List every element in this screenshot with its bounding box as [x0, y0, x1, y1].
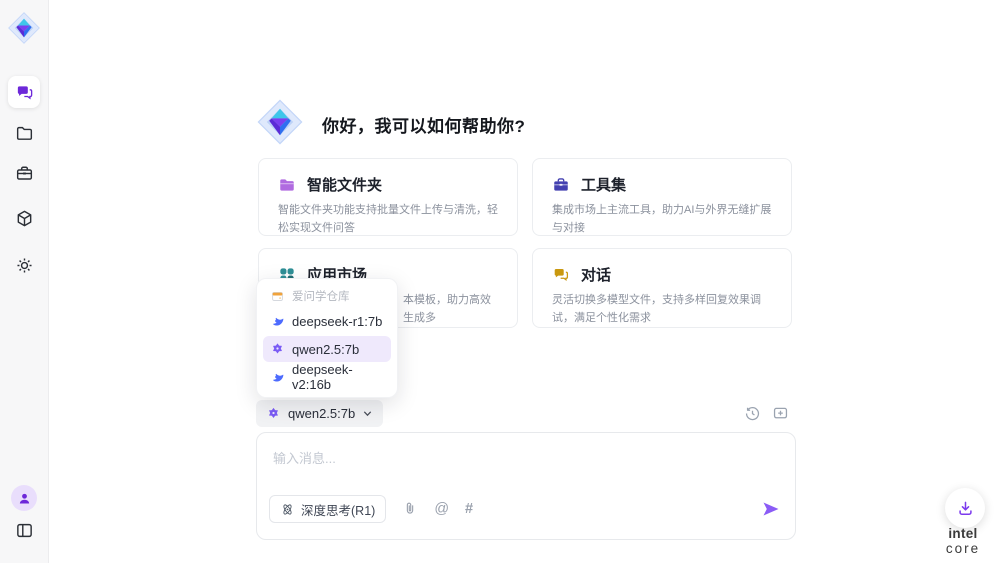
toolbox-icon [15, 164, 34, 183]
card-description: 灵活切换多模型文件，支持多样回复效果调试，满足个性化需求 [552, 292, 774, 327]
sidebar-item-models[interactable] [0, 209, 48, 227]
deepseek-icon [270, 314, 285, 329]
at-icon[interactable]: @ [434, 502, 449, 517]
model-group-header: 爱问学仓库 [263, 286, 391, 306]
download-icon [956, 499, 975, 518]
atom-icon [280, 502, 295, 517]
message-input[interactable] [271, 446, 781, 489]
sidebar-item-chat[interactable] [8, 76, 40, 108]
card-title: 智能文件夹 [307, 174, 382, 195]
card-smart-folder[interactable]: 智能文件夹 智能文件夹功能支持批量文件上传与清洗，轻松实现文件问答 [258, 158, 518, 236]
model-option-qwen[interactable]: qwen2.5:7b [263, 336, 391, 362]
settings-icon [15, 256, 34, 275]
user-icon [17, 491, 32, 506]
history-icon[interactable] [744, 405, 761, 422]
folder-icon [15, 124, 34, 143]
card-toolset[interactable]: 工具集 集成市场上主流工具，助力AI与外界无缝扩展与对接 [532, 158, 792, 236]
sidebar-item-toolbox[interactable] [0, 164, 48, 182]
model-option-label: deepseek-r1:7b [292, 314, 382, 329]
card-conversation[interactable]: 对话 灵活切换多模型文件，支持多样回复效果调试，满足个性化需求 [532, 248, 792, 328]
briefcase-icon [552, 176, 570, 194]
message-composer: 深度思考(R1) @ # [256, 432, 796, 540]
folder-icon [278, 176, 296, 194]
model-option-deepseek-v2[interactable]: deepseek-v2:16b [263, 364, 391, 390]
intel-core-badge: intel core ultra [931, 526, 995, 563]
deep-think-button[interactable]: 深度思考(R1) [269, 495, 386, 523]
model-option-label: deepseek-v2:16b [292, 362, 384, 392]
repository-icon [270, 290, 285, 303]
card-description: 集成市场上主流工具，助力AI与外界无缝扩展与对接 [552, 202, 774, 237]
cube-icon [15, 209, 34, 228]
greeting-text: 你好，我可以如何帮助你? [322, 112, 525, 137]
deep-think-label: 深度思考(R1) [301, 500, 375, 519]
user-avatar[interactable] [11, 485, 37, 511]
app-logo [7, 11, 41, 45]
hash-icon[interactable]: # [465, 502, 473, 517]
greeting-logo [256, 98, 304, 146]
sidebar [0, 0, 49, 563]
composer-toolbar: 深度思考(R1) @ # [257, 489, 795, 539]
model-option-label: qwen2.5:7b [292, 342, 359, 357]
new-chat-icon[interactable] [772, 405, 789, 422]
card-title: 工具集 [581, 174, 626, 195]
send-icon[interactable] [761, 499, 781, 519]
chevron-down-icon [362, 408, 373, 419]
chat-toolbar [744, 405, 789, 422]
chat-icon [15, 83, 34, 102]
qwen-icon [270, 342, 285, 357]
app-window: 你好，我可以如何帮助你? 智能文件夹 智能文件夹功能支持批量文件上传与清洗，轻松… [0, 0, 1000, 563]
model-option-deepseek-r1[interactable]: deepseek-r1:7b [263, 308, 391, 334]
model-dropdown: 爱问学仓库 deepseek-r1:7b qwen2.5:7b deepseek… [256, 278, 398, 398]
model-selector-value: qwen2.5:7b [288, 406, 355, 421]
paperclip-icon[interactable] [402, 501, 418, 517]
panel-toggle-icon [15, 521, 34, 540]
core-wordmark: core [946, 541, 980, 556]
model-group-label: 爱问学仓库 [292, 288, 350, 304]
sidebar-collapse[interactable] [0, 521, 48, 539]
card-description: 智能文件夹功能支持批量文件上传与清洗，轻松实现文件问答 [278, 202, 500, 237]
card-title: 对话 [581, 264, 611, 285]
deepseek-icon [270, 370, 285, 385]
sidebar-item-settings[interactable] [0, 256, 48, 274]
sidebar-item-folders[interactable] [0, 124, 48, 142]
model-selector[interactable]: qwen2.5:7b [256, 400, 383, 427]
download-button[interactable] [945, 488, 985, 528]
qwen-icon [266, 406, 281, 422]
chat-bubbles-icon [552, 266, 570, 284]
intel-wordmark: intel [948, 526, 977, 541]
